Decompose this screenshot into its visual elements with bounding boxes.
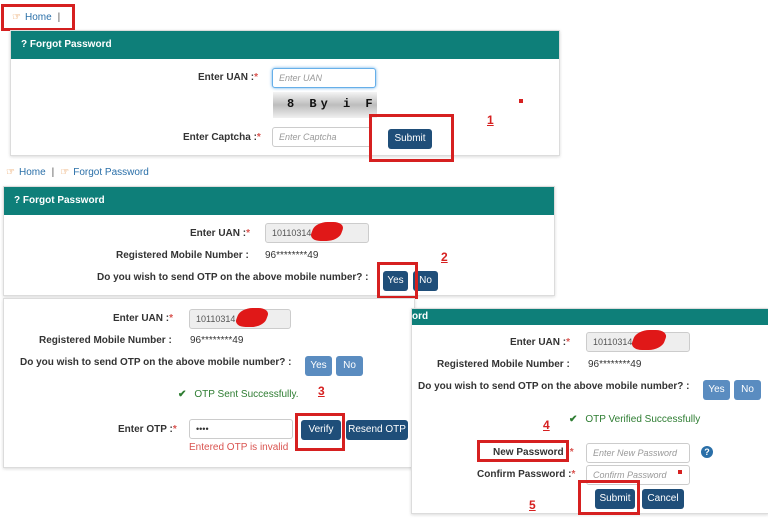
otp-error-message: Entered OTP is invalid [189,442,289,453]
highlight-box-submit-final [578,480,640,515]
step-number-4: 4 [543,418,550,432]
uan-input[interactable]: Enter UAN [272,68,376,88]
mobile-label: Registered Mobile Number : [39,335,172,346]
panel-title-fragment: ord [412,311,429,322]
mobile-label: Registered Mobile Number : [437,359,570,370]
step-number-2: 2 [441,250,448,264]
confirm-password-label: Confirm Password :* [477,469,576,480]
highlight-box-submit [369,114,454,162]
highlight-box-yes [377,262,418,299]
highlight-box-verify [295,413,345,451]
new-password-input[interactable]: Enter New Password [586,443,690,463]
otp-question: Do you wish to send OTP on the above mob… [97,272,369,283]
panel-title: Forgot Password [22,195,105,206]
mobile-value: 96********49 [265,250,319,261]
breadcrumb-current[interactable]: Forgot Password [73,167,149,178]
question-circle-icon[interactable]: ? [701,446,713,458]
yes-button[interactable]: Yes [305,356,332,376]
otp-question: Do you wish to send OTP on the above mob… [20,357,292,368]
panel-header: ? Forgot Password [4,187,554,215]
step-number-1: 1 [487,113,494,127]
otp-verified-message: ✔ OTP Verified Successfully [569,414,701,425]
captcha-label: Enter Captcha :* [183,132,261,143]
resend-otp-button[interactable]: Resend OTP [346,420,408,440]
otp-sent-message: ✔ OTP Sent Successfully. [178,389,299,400]
question-icon: ? [21,39,28,50]
uan-label: Enter UAN :* [198,72,259,83]
no-button[interactable]: No [734,380,761,400]
breadcrumb-home-link[interactable]: Home [19,167,46,178]
highlight-box-new-password [477,440,569,462]
mobile-label: Registered Mobile Number : [116,250,249,261]
uan-label: Enter UAN :* [113,313,174,324]
otp-label: Enter OTP :* [118,424,177,435]
red-dot [678,470,682,474]
step-number-3: 3 [318,384,325,398]
hand-pointing-icon: ☞ [60,167,70,178]
question-icon: ? [14,195,21,206]
mobile-value: 96********49 [588,359,642,370]
panel-header: ord [412,309,768,325]
red-dot [519,99,523,103]
uan-label: Enter UAN :* [190,228,251,239]
uan-label: Enter UAN :* [510,337,571,348]
panel-header: ? Forgot Password [11,31,559,59]
otp-question: Do you wish to send OTP on the above mob… [418,381,690,392]
captcha-input[interactable]: Enter Captcha [272,127,372,147]
no-button[interactable]: No [336,356,363,376]
check-icon: ✔ [178,389,187,400]
otp-input[interactable]: •••• [189,419,293,439]
mobile-value: 96********49 [190,335,244,346]
yes-button[interactable]: Yes [703,380,730,400]
step-number-5: 5 [529,498,536,512]
captcha-image: 8 By i F [273,92,377,118]
highlight-box-home [1,4,75,31]
hand-pointing-icon: ☞ [6,167,15,178]
check-icon: ✔ [569,414,578,425]
panel-title: Forgot Password [29,39,112,50]
cancel-button[interactable]: Cancel [642,489,684,509]
breadcrumb-2: ☞ Home | ☞ Forgot Password [6,167,149,178]
